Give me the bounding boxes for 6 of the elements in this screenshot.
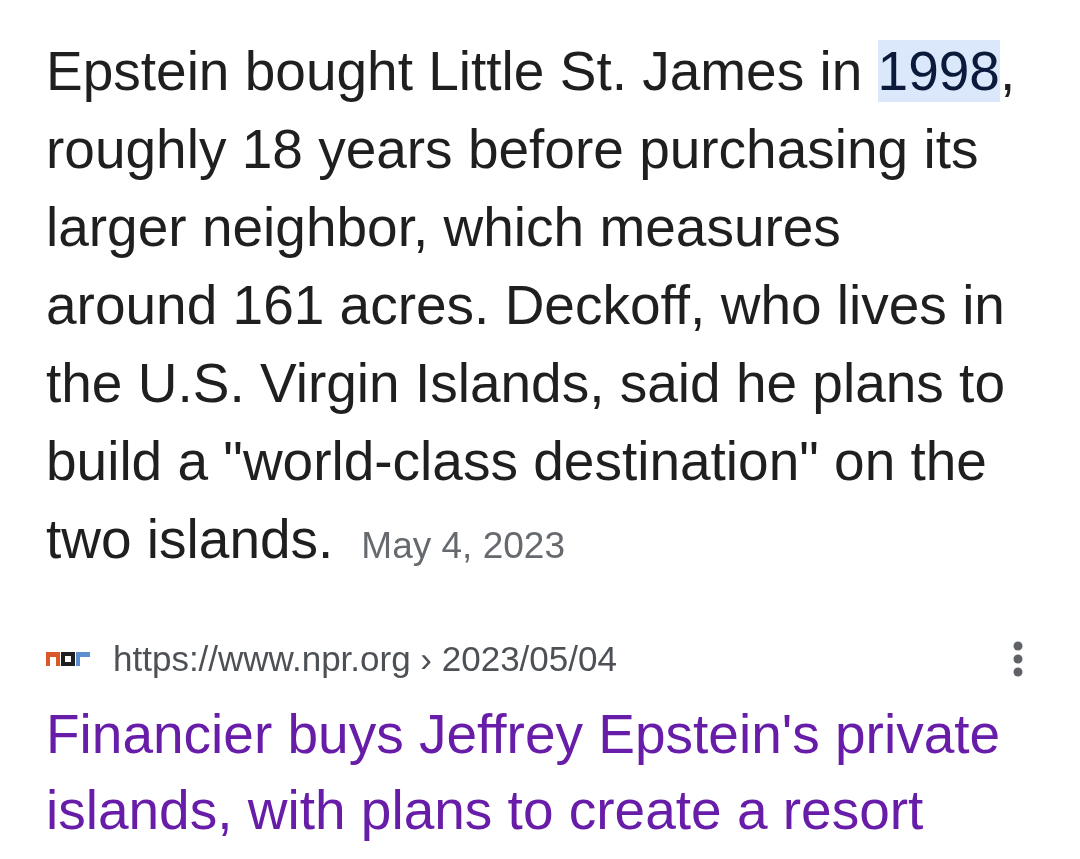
site-logo-icon bbox=[46, 652, 90, 666]
snippet-date: May 4, 2023 bbox=[361, 525, 565, 566]
snippet-text: Epstein bought Little St. James in 1998, roughly 18 years before purchasing its larger neighbor, which measures around 161 acres. Deckoff, who lives in the U.S. Virgin Islands, said he plans to build a "world-class destination" on the two islands. May 4, 2023 bbox=[46, 39, 1017, 572]
result-title-link[interactable]: Financier buys Jeffrey Epstein's private islands, with plans to create a resort bbox=[46, 696, 1022, 848]
more-options-icon[interactable] bbox=[1013, 641, 1023, 677]
result-url[interactable]: https://www.npr.org › 2023/05/04 bbox=[113, 632, 617, 686]
